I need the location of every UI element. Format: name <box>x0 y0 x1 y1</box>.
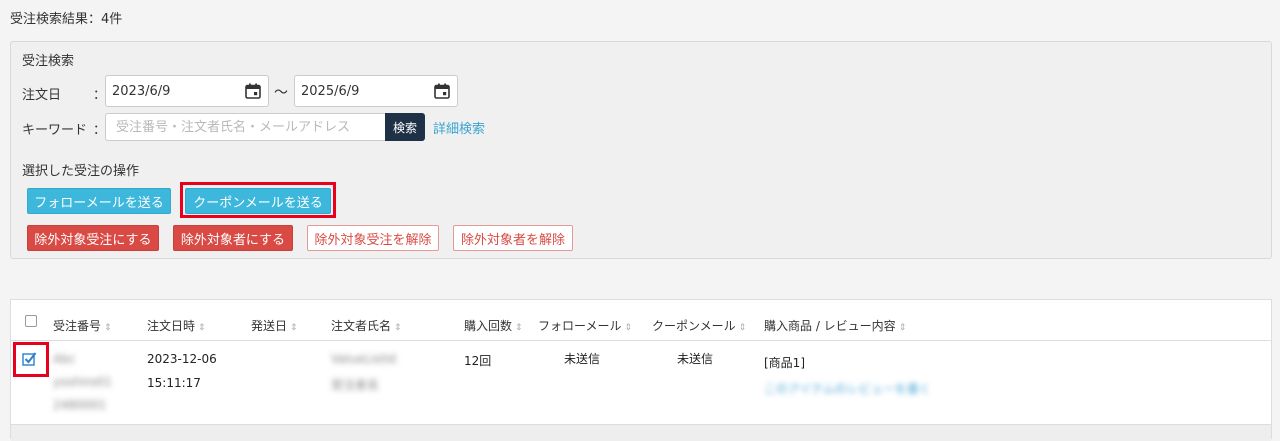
order-date-from-input[interactable]: 2023/6/9 <box>105 75 269 107</box>
advanced-search-link[interactable]: 詳細検索 <box>433 118 485 137</box>
order-date-to-value: 2025/6/9 <box>301 83 360 99</box>
table-footer <box>11 424 1271 441</box>
calendar-icon[interactable] <box>433 82 451 100</box>
selected-orders-operations-title: 選択した受注の操作 <box>22 164 140 179</box>
column-header-purchase-count[interactable]: 購入回数 ⇕ <box>464 317 523 334</box>
order-number-line-1: Abc <box>53 352 76 366</box>
review-link[interactable]: このアイテムのレビューを書く <box>764 380 931 397</box>
column-header-order-number[interactable]: 受注番号 ⇕ <box>53 317 112 334</box>
sort-icon: ⇕ <box>624 323 633 333</box>
column-header-follow-mail[interactable]: フォローメール ⇕ <box>538 317 632 334</box>
order-date-label: 注文日 <box>22 88 62 103</box>
sort-icon: ⇕ <box>198 323 206 333</box>
order-date: 2023-12-06 <box>147 352 217 366</box>
customer-name-line-1: ValueListId <box>331 352 397 366</box>
column-header-label: 注文者氏名 <box>331 319 392 333</box>
sort-icon: ⇕ <box>738 323 747 333</box>
purchase-count: 12回 <box>464 354 492 368</box>
column-header-label: 購入商品 / レビュー内容 <box>764 319 896 333</box>
exclude-order-button[interactable]: 除外対象受注にする <box>27 225 159 251</box>
column-header-label: 発送日 <box>251 319 288 333</box>
sort-icon: ⇕ <box>898 323 907 333</box>
checkmark-icon <box>22 352 37 366</box>
keyword-search-input[interactable] <box>105 113 385 141</box>
order-date-from-value: 2023/6/9 <box>112 83 171 99</box>
coupon-mail-status: 未送信 <box>677 352 714 366</box>
header-divider <box>11 340 1271 341</box>
sort-icon: ⇕ <box>394 323 402 333</box>
customer-name-line-2: 受注者名 <box>331 378 380 392</box>
order-search-title: 受注検索 <box>22 54 75 69</box>
select-all-checkbox[interactable] <box>25 315 37 327</box>
column-header-ship-date[interactable]: 発送日 ⇕ <box>251 317 298 334</box>
column-header-label: 購入回数 <box>464 319 513 333</box>
date-range-separator: ～ <box>274 85 288 101</box>
order-date-to-input[interactable]: 2025/6/9 <box>294 75 458 107</box>
row-checkbox[interactable] <box>22 351 37 366</box>
column-header-label: フォローメール <box>538 319 622 333</box>
column-header-label: 受注番号 <box>53 319 102 333</box>
sort-icon: ⇕ <box>104 323 112 333</box>
column-header-coupon-mail[interactable]: クーポンメール ⇕ <box>652 317 746 334</box>
follow-mail-status: 未送信 <box>564 352 601 366</box>
column-header-order-datetime[interactable]: 注文日時 ⇕ <box>147 317 206 334</box>
orders-table: 受注番号 ⇕ 注文日時 ⇕ 発送日 ⇕ 注文者氏名 ⇕ 購入回数 ⇕ フォローメール ⇕ ク… <box>10 299 1272 441</box>
exclude-customer-button[interactable]: 除外対象者にする <box>173 225 293 251</box>
order-number-line-2: yoshiro01 <box>53 375 112 389</box>
column-header-label: 注文日時 <box>147 319 196 333</box>
column-header-customer-name[interactable]: 注文者氏名 ⇕ <box>331 317 402 334</box>
keyword-label: キーワード <box>22 123 88 138</box>
sort-icon: ⇕ <box>515 323 523 333</box>
unexclude-order-button[interactable]: 除外対象受注を解除 <box>307 225 439 251</box>
search-button[interactable]: 検索 <box>385 113 425 141</box>
order-number-line-3: 2480001 <box>53 398 107 412</box>
sort-icon: ⇕ <box>290 323 298 333</box>
order-search-panel: 受注検索 注文日 ： 2023/6/9 ～ 2025/6/9 キーワード ： 検… <box>10 41 1272 259</box>
calendar-icon[interactable] <box>244 82 262 100</box>
send-follow-mail-button[interactable]: フォローメールを送る <box>27 188 171 214</box>
column-header-products-reviews[interactable]: 購入商品 / レビュー内容 ⇕ <box>764 317 906 334</box>
column-header-label: クーポンメール <box>652 319 736 333</box>
order-time: 15:11:17 <box>147 376 201 390</box>
page-title: 受注検索結果：4件 <box>10 12 123 27</box>
product-name: [商品1] <box>764 356 805 370</box>
unexclude-customer-button[interactable]: 除外対象者を解除 <box>453 225 573 251</box>
coupon-mail-highlight <box>180 182 336 218</box>
